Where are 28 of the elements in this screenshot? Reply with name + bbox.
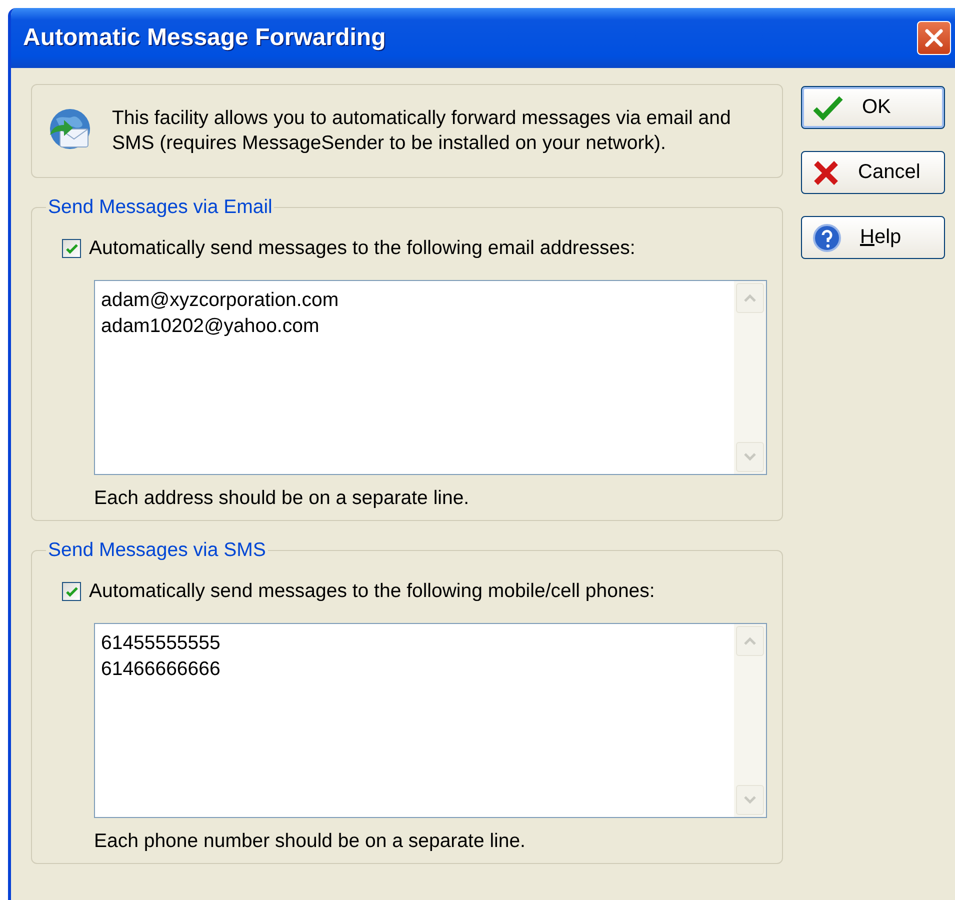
checkbox[interactable] bbox=[62, 582, 81, 601]
cancel-button[interactable]: Cancel bbox=[801, 151, 945, 194]
hint-text: Each address should be on a separate line. bbox=[94, 487, 470, 510]
group-title: Send Messages via SMS bbox=[47, 539, 267, 562]
window-title: Automatic Message Forwarding bbox=[23, 24, 386, 52]
scrollbar[interactable] bbox=[734, 281, 766, 474]
list-line: adam10202@yahoo.com bbox=[101, 314, 320, 339]
hint-text: Each phone number should be on a separate line. bbox=[94, 830, 526, 853]
help-icon bbox=[812, 222, 842, 252]
checkbox-label[interactable]: Automatically send messages to the following mobile/cell phones: bbox=[89, 580, 655, 603]
checkbox-label[interactable]: Automatically send messages to the following email addresses: bbox=[89, 237, 636, 260]
help-button[interactable]: Help bbox=[801, 216, 945, 259]
checkmark-icon bbox=[64, 242, 78, 256]
list-line: adam@xyzcorporation.com bbox=[101, 288, 340, 313]
checkbox[interactable] bbox=[62, 239, 81, 258]
list-line: 61466666666 bbox=[101, 657, 222, 682]
ok-button[interactable]: OK bbox=[801, 86, 945, 129]
text-area[interactable]: 61455555555 61466666666 bbox=[94, 623, 767, 818]
text-area[interactable]: adam@xyzcorporation.com adam10202@yahoo.com bbox=[94, 280, 767, 475]
close-button[interactable] bbox=[917, 21, 951, 55]
cross-icon bbox=[812, 158, 840, 186]
group-title: Send Messages via Email bbox=[47, 196, 274, 219]
scrollbar[interactable] bbox=[734, 624, 766, 817]
info-text: This facility allows you to automatically forward messages via email and SMS (requires MessageSender to be installed on your network). bbox=[112, 106, 732, 156]
checkmark-icon bbox=[64, 584, 78, 598]
checkmark-icon bbox=[812, 94, 844, 122]
close-icon bbox=[923, 27, 945, 49]
list-line: 61455555555 bbox=[101, 631, 222, 656]
